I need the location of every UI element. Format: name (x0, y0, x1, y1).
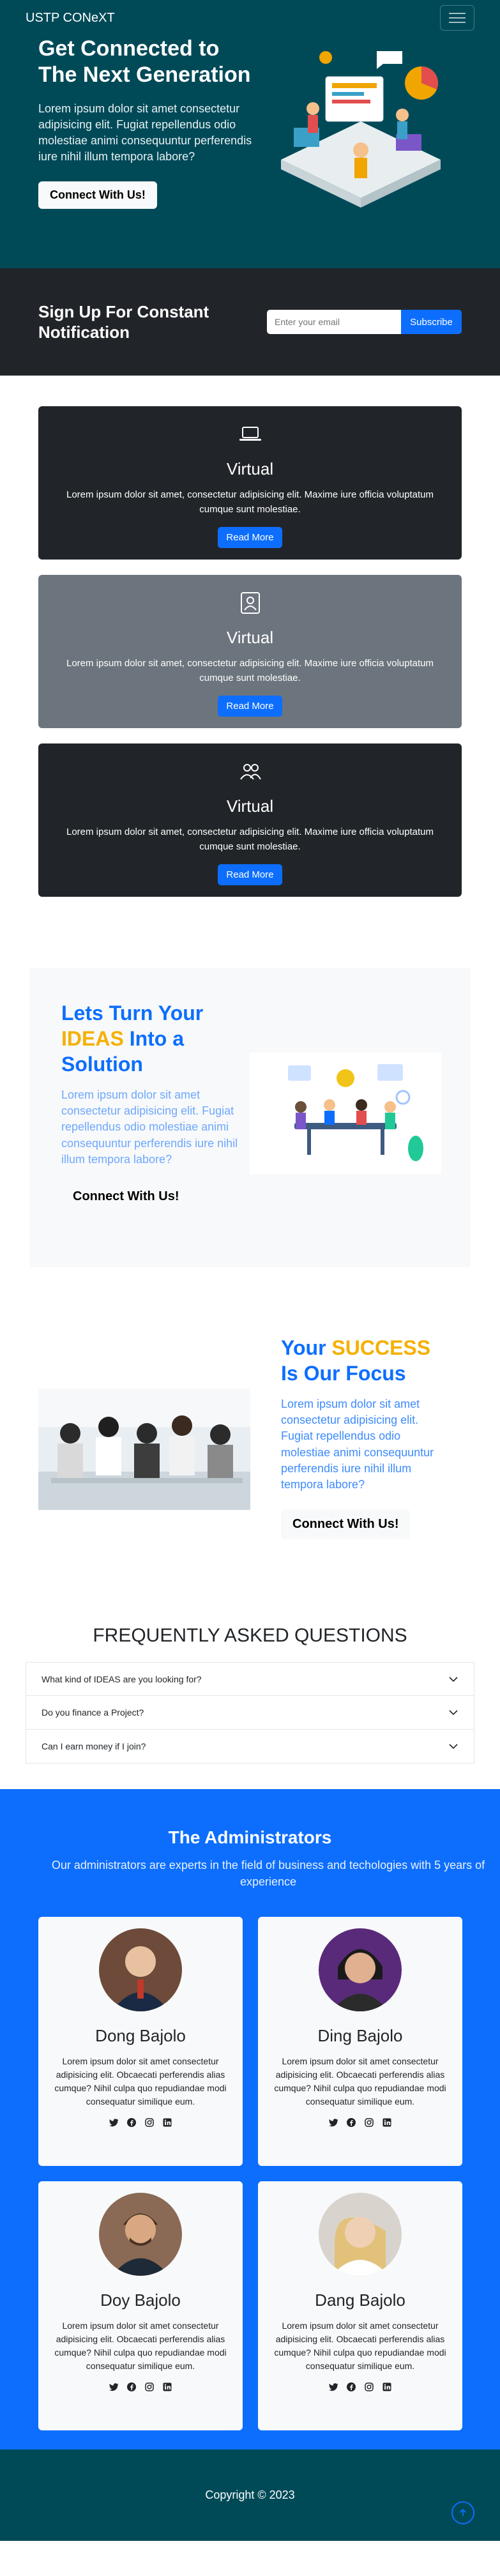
instagram-icon[interactable] (364, 2117, 374, 2128)
admin-bio: Lorem ipsum dolor sit amet consectetur a… (274, 2321, 446, 2372)
subscribe-form: Subscribe (267, 310, 462, 334)
subscribe-button[interactable]: Subscribe (401, 310, 462, 334)
newsletter-section: Sign Up For Constant Notification Subscr… (0, 268, 500, 376)
twitter-icon[interactable] (109, 2382, 119, 2392)
instagram-icon[interactable] (364, 2382, 374, 2392)
navbar: USTP CONeXT (0, 0, 500, 36)
faq-title: FREQUENTLY ASKED QUESTIONS (93, 1625, 407, 1646)
feature-text: Lorem ipsum dolor sit amet, consectetur … (66, 827, 434, 852)
admins-section: The Administrators Our administrators ar… (0, 1789, 500, 2450)
admins-grid: Dong Bajolo Lorem ipsum dolor sit amet c… (38, 1917, 462, 2431)
social-links (38, 2382, 243, 2392)
newsletter-title: Sign Up For Constant Notification (38, 301, 209, 342)
success-connect-button[interactable]: Connect With Us! (281, 1509, 411, 1540)
feature-card: Virtual Lorem ipsum dolor sit amet, cons… (38, 406, 462, 560)
admin-name: Doy Bajolo (100, 2290, 181, 2310)
admins-title: The Administrators (168, 1827, 332, 1847)
instagram-icon[interactable] (144, 2382, 155, 2392)
admin-name: Dang Bajolo (315, 2290, 405, 2310)
facebook-icon[interactable] (126, 2117, 137, 2128)
hero-illustration (281, 51, 441, 208)
social-links (258, 2382, 462, 2392)
feature-text: Lorem ipsum dolor sit amet, consectetur … (66, 658, 434, 683)
feature-card: Virtual Lorem ipsum dolor sit amet, cons… (38, 743, 462, 897)
feature-title: Virtual (226, 459, 274, 478)
ideas-accent: IDEAS (61, 1027, 124, 1050)
laptop-icon (239, 427, 261, 441)
hero-title: Get Connected to The Next Generation (38, 36, 251, 87)
read-more-button[interactable]: Read More (218, 696, 282, 717)
admins-subtitle: Our administrators are experts in the fi… (51, 1859, 485, 1889)
twitter-icon[interactable] (328, 2382, 338, 2392)
hero-text: Get Connected to The Next Generation Lor… (38, 36, 255, 210)
social-links (38, 2117, 243, 2128)
admin-card: Doy Bajolo Lorem ipsum dolor sit amet co… (38, 2181, 243, 2431)
faq-section: FREQUENTLY ASKED QUESTIONS What kind of … (0, 1619, 500, 1789)
admin-bio: Lorem ipsum dolor sit amet consectetur a… (54, 2321, 227, 2372)
faq-question-text: What kind of IDEAS are you looking for? (42, 1673, 202, 1684)
faq-question[interactable]: Can I earn money if I join? (26, 1730, 474, 1764)
admin-card: Dang Bajolo Lorem ipsum dolor sit amet c… (258, 2181, 462, 2431)
chevron-down-icon (449, 1710, 458, 1716)
faq-question[interactable]: What kind of IDEAS are you looking for? (26, 1662, 474, 1696)
success-title: Your SUCCESS Is Our Focus (281, 1336, 431, 1385)
hamburger-icon[interactable] (440, 5, 474, 31)
feature-text: Lorem ipsum dolor sit amet, consectetur … (66, 489, 434, 515)
admin-card: Dong Bajolo Lorem ipsum dolor sit amet c… (38, 1917, 243, 2167)
email-input[interactable] (267, 310, 401, 334)
ideas-title: Lets Turn Your IDEAS Into a Solution (61, 1002, 204, 1076)
faq-question-text: Do you finance a Project? (42, 1707, 144, 1718)
admin-card: Ding Bajolo Lorem ipsum dolor sit amet c… (258, 1917, 462, 2167)
ideas-description: Lorem ipsum dolor sit amet consectetur a… (61, 1088, 238, 1166)
ideas-text: Lets Turn Your IDEAS Into a Solution Lore… (61, 1000, 253, 1212)
hero-section: USTP CONeXT Get Connected to The Next Ge… (0, 0, 500, 268)
chevron-down-icon (449, 1676, 458, 1682)
chevron-down-icon (449, 1744, 458, 1749)
hero-description: Lorem ipsum dolor sit amet consectetur a… (38, 102, 252, 164)
facebook-icon[interactable] (346, 2117, 356, 2128)
twitter-icon[interactable] (328, 2117, 338, 2128)
feature-title: Virtual (226, 796, 274, 816)
back-to-top-button[interactable] (451, 2501, 474, 2525)
admin-bio: Lorem ipsum dolor sit amet consectetur a… (54, 2056, 227, 2107)
features-section: Virtual Lorem ipsum dolor sit amet, cons… (0, 376, 500, 943)
feature-title: Virtual (226, 628, 274, 647)
hero-connect-button[interactable]: Connect With Us! (38, 181, 157, 210)
people-icon (239, 764, 261, 780)
linkedin-icon[interactable] (162, 2117, 172, 2128)
admin-name: Ding Bajolo (317, 2026, 403, 2046)
brand-link[interactable]: USTP CONeXT (26, 11, 115, 26)
ideas-connect-button[interactable]: Connect With Us! (61, 1181, 191, 1212)
arrow-up-icon (459, 2508, 467, 2517)
facebook-icon[interactable] (346, 2382, 356, 2392)
success-section: Your SUCCESS Is Our Focus Lorem ipsum dol… (0, 1267, 500, 1619)
social-links (258, 2117, 462, 2128)
linkedin-icon[interactable] (162, 2382, 172, 2392)
facebook-icon[interactable] (126, 2382, 137, 2392)
faq-question-text: Can I earn money if I join? (42, 1741, 146, 1751)
ideas-illustration (250, 1053, 441, 1174)
ideas-section: Lets Turn Your IDEAS Into a Solution Lore… (29, 968, 471, 1267)
avatar (319, 2193, 402, 2276)
admin-name: Dong Bajolo (95, 2026, 186, 2046)
copyright-text: Copyright © 2023 (205, 2488, 295, 2502)
linkedin-icon[interactable] (382, 2382, 392, 2392)
person-badge-icon (240, 592, 260, 614)
avatar (319, 1928, 402, 2012)
read-more-button[interactable]: Read More (218, 864, 282, 885)
team-photo (38, 1389, 250, 1510)
avatar (99, 2193, 182, 2276)
twitter-icon[interactable] (109, 2117, 119, 2128)
admin-bio: Lorem ipsum dolor sit amet consectetur a… (274, 2056, 446, 2107)
feature-card: Virtual Lorem ipsum dolor sit amet, cons… (38, 575, 462, 728)
instagram-icon[interactable] (144, 2117, 155, 2128)
success-description: Lorem ipsum dolor sit amet consectetur a… (281, 1398, 434, 1491)
success-text: Your SUCCESS Is Our Focus Lorem ipsum dol… (281, 1335, 447, 1540)
linkedin-icon[interactable] (382, 2117, 392, 2128)
success-accent: SUCCESS (331, 1336, 431, 1359)
avatar (99, 1928, 182, 2012)
faq-question[interactable]: Do you finance a Project? (26, 1696, 474, 1730)
read-more-button[interactable]: Read More (218, 527, 282, 548)
footer: Copyright © 2023 (0, 2450, 500, 2542)
